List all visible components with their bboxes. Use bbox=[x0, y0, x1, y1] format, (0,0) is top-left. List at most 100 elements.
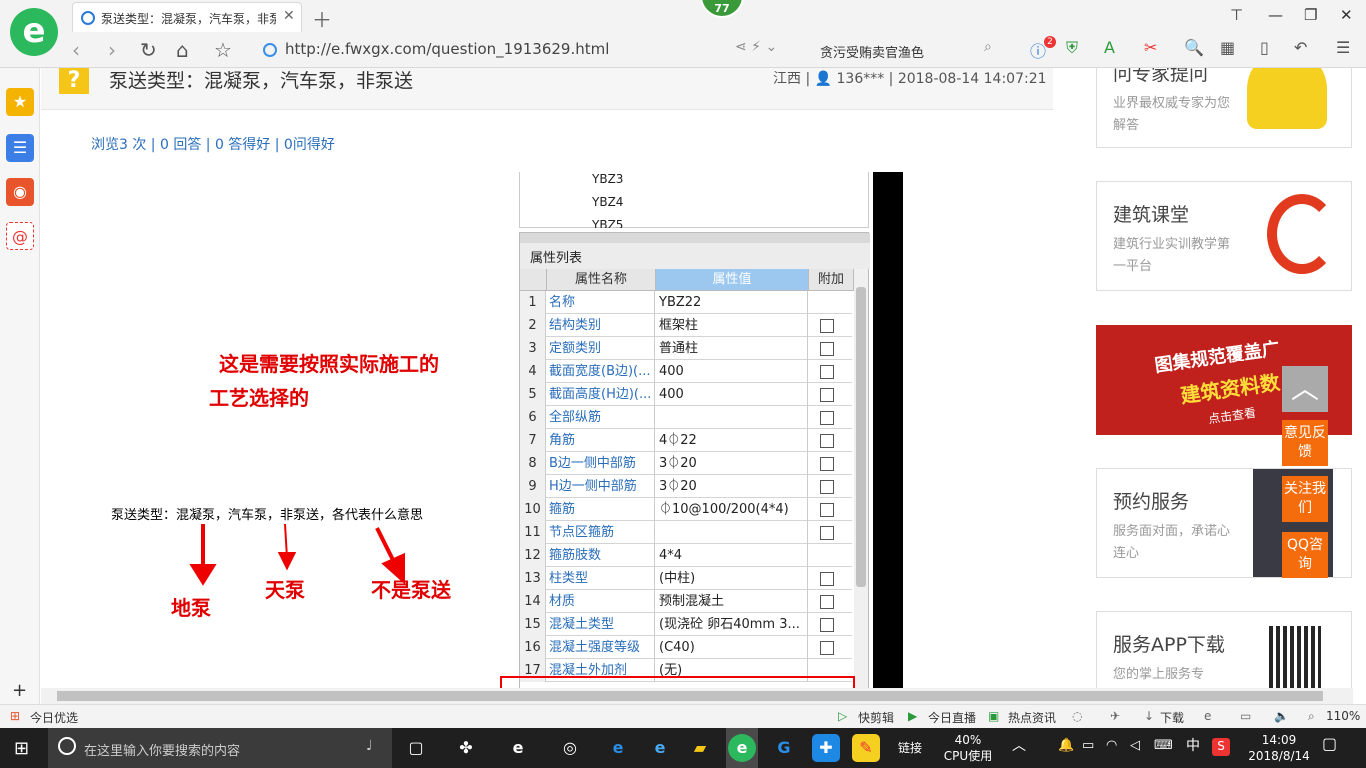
home-icon[interactable]: ⌂ bbox=[176, 38, 189, 62]
window-icon[interactable]: ▭ bbox=[1240, 709, 1251, 723]
today-picks[interactable]: 今日优选 bbox=[30, 709, 78, 726]
property-value[interactable]: 400 bbox=[656, 383, 808, 406]
keyboard-icon[interactable]: ⌨ bbox=[1154, 738, 1173, 754]
notification-center-icon[interactable]: ▢ bbox=[1322, 736, 1337, 752]
mail-icon[interactable]: @ bbox=[6, 222, 34, 250]
attach-checkbox[interactable] bbox=[820, 457, 834, 471]
star-favorites-icon[interactable]: ★ bbox=[6, 88, 34, 116]
follow-button[interactable]: 关注我们 bbox=[1282, 476, 1328, 522]
mic-icon[interactable]: ♩ bbox=[366, 738, 373, 754]
back-to-top-icon[interactable]: ︿ bbox=[1282, 366, 1328, 412]
property-name[interactable]: 混凝土强度等级 bbox=[547, 636, 655, 659]
menu-icon[interactable]: ☰ bbox=[1336, 38, 1350, 57]
apps-icon[interactable]: ▦ bbox=[1220, 38, 1235, 57]
browser-app-icon[interactable]: e bbox=[728, 734, 756, 762]
attach-checkbox[interactable] bbox=[820, 595, 834, 609]
ie-mode-icon[interactable]: e bbox=[1204, 709, 1211, 723]
add-icon[interactable]: + bbox=[12, 680, 27, 701]
table-row[interactable]: 5 截面高度(H边)(... 400 bbox=[520, 383, 852, 406]
skin-icon[interactable]: ⊤ bbox=[1230, 6, 1243, 24]
expert-card[interactable]: 问专家提问 业界最权威专家为您解答 bbox=[1096, 68, 1352, 148]
close-window-icon[interactable]: ✕ bbox=[1340, 6, 1353, 24]
property-name[interactable]: 节点区箍筋 bbox=[547, 521, 655, 544]
property-name[interactable]: 柱类型 bbox=[547, 567, 655, 590]
property-value[interactable]: (C40) bbox=[656, 636, 808, 659]
ime-indicator[interactable]: 中 bbox=[1186, 738, 1200, 754]
property-name[interactable]: 混凝土类型 bbox=[547, 613, 655, 636]
panel-scrollbar[interactable] bbox=[854, 269, 868, 688]
property-name[interactable]: 材质 bbox=[547, 590, 655, 613]
file-explorer-icon[interactable]: ▰ bbox=[686, 734, 714, 762]
property-name[interactable]: H边一侧中部筋 bbox=[547, 475, 655, 498]
speaker-icon[interactable]: ◁ bbox=[1130, 738, 1140, 754]
table-row[interactable]: 15 混凝土类型 (现浇砼 卵石40mm 3... bbox=[520, 613, 852, 636]
download-icon[interactable]: ↓ bbox=[1144, 709, 1154, 723]
translate-icon[interactable]: A bbox=[1104, 38, 1115, 57]
minimize-icon[interactable]: — bbox=[1268, 6, 1283, 24]
property-value[interactable] bbox=[656, 406, 808, 429]
download-label[interactable]: 下载 bbox=[1160, 709, 1184, 726]
classroom-card[interactable]: 建筑课堂 建筑行业实训教学第一平台 bbox=[1096, 181, 1352, 291]
task-view-icon[interactable]: ▢ bbox=[402, 734, 430, 762]
favorite-star-icon[interactable]: ☆ bbox=[214, 38, 232, 62]
attach-checkbox[interactable] bbox=[820, 319, 834, 333]
edge-icon[interactable]: e bbox=[604, 734, 632, 762]
property-name[interactable]: 箍筋 bbox=[547, 498, 655, 521]
battery-icon[interactable]: ▭ bbox=[1082, 738, 1094, 754]
edge-legacy-icon[interactable]: e bbox=[504, 734, 532, 762]
new-tab-icon[interactable]: ＋ bbox=[312, 4, 332, 33]
notes-app-icon[interactable]: ✎ bbox=[852, 734, 880, 762]
table-row[interactable]: 12 箍筋肢数 4*4 bbox=[520, 544, 852, 567]
property-name[interactable]: 角筋 bbox=[547, 429, 655, 452]
attach-checkbox[interactable] bbox=[820, 388, 834, 402]
phone-icon[interactable]: ▯ bbox=[1260, 38, 1269, 57]
table-row[interactable]: 3 定额类别 普通柱 bbox=[520, 337, 852, 360]
property-name[interactable]: 名称 bbox=[547, 291, 655, 314]
property-value[interactable]: 400 bbox=[656, 360, 808, 383]
g-app-icon[interactable]: G bbox=[770, 734, 798, 762]
property-value[interactable]: 预制混凝土 bbox=[656, 590, 808, 613]
notification-badge[interactable]: 77 bbox=[700, 0, 744, 18]
zoom-icon[interactable]: ⌕ bbox=[1308, 709, 1315, 724]
zoom-level[interactable]: 110% bbox=[1326, 709, 1360, 723]
table-row[interactable]: 16 混凝土强度等级 (C40) bbox=[520, 636, 852, 659]
news-icon[interactable]: ▣ bbox=[988, 709, 999, 723]
qq-consult-button[interactable]: QQ咨询 bbox=[1282, 532, 1328, 578]
property-name[interactable]: B边一侧中部筋 bbox=[547, 452, 655, 475]
attach-checkbox[interactable] bbox=[820, 618, 834, 632]
search-input[interactable]: 贪污受贿卖官渔色 ⌕ bbox=[812, 38, 1010, 62]
table-row[interactable]: 10 箍筋 ⏀10@100/200(4*4) bbox=[520, 498, 852, 521]
attach-checkbox[interactable] bbox=[820, 411, 834, 425]
weibo-icon[interactable]: ◉ bbox=[6, 178, 34, 206]
property-name[interactable]: 定额类别 bbox=[547, 337, 655, 360]
table-row[interactable]: 8 B边一侧中部筋 3⏀20 bbox=[520, 452, 852, 475]
table-row[interactable]: 1 名称 YBZ22 bbox=[520, 291, 852, 314]
reading-list-icon[interactable]: ☰ bbox=[6, 134, 34, 162]
horizontal-scroll-thumb[interactable] bbox=[57, 691, 1323, 701]
attach-checkbox[interactable] bbox=[820, 572, 834, 586]
property-value[interactable]: YBZ22 bbox=[656, 291, 808, 314]
bell-icon[interactable]: 🔔 bbox=[1058, 738, 1074, 754]
property-value[interactable]: ⏀10@100/200(4*4) bbox=[656, 498, 808, 521]
clock-date[interactable]: 2018/8/14 bbox=[1246, 748, 1312, 764]
table-row[interactable]: 6 全部纵筋 bbox=[520, 406, 852, 429]
back-icon[interactable]: ‹ bbox=[72, 38, 80, 62]
table-row[interactable]: 7 角筋 4⏀22 bbox=[520, 429, 852, 452]
wifi-icon[interactable]: ◠ bbox=[1106, 738, 1117, 754]
browser-logo-icon[interactable]: e bbox=[10, 8, 58, 56]
clip-icon[interactable]: ▷ bbox=[838, 709, 847, 723]
attach-checkbox[interactable] bbox=[820, 434, 834, 448]
url-text[interactable]: http://e.fwxgx.com/question_1913629.html bbox=[285, 40, 609, 58]
property-name[interactable]: 箍筋肢数 bbox=[547, 544, 655, 567]
horizontal-scrollbar[interactable] bbox=[41, 688, 1353, 704]
table-row[interactable]: 9 H边一侧中部筋 3⏀20 bbox=[520, 475, 852, 498]
taskbar-search-input[interactable]: 在这里输入你要搜索的内容 ♩ bbox=[48, 728, 392, 768]
volume-icon[interactable]: 🔈 bbox=[1274, 709, 1289, 723]
windows-start-icon[interactable]: ⊞ bbox=[14, 738, 29, 759]
browser-tab[interactable]: 泵送类型：混凝泵，汽车泵，非泵 ✕ bbox=[72, 2, 302, 32]
property-value[interactable]: (中柱) bbox=[656, 567, 808, 590]
attach-checkbox[interactable] bbox=[820, 641, 834, 655]
attach-checkbox[interactable] bbox=[820, 365, 834, 379]
attach-checkbox[interactable] bbox=[820, 342, 834, 356]
chrome-app-icon[interactable]: ◎ bbox=[556, 734, 584, 762]
